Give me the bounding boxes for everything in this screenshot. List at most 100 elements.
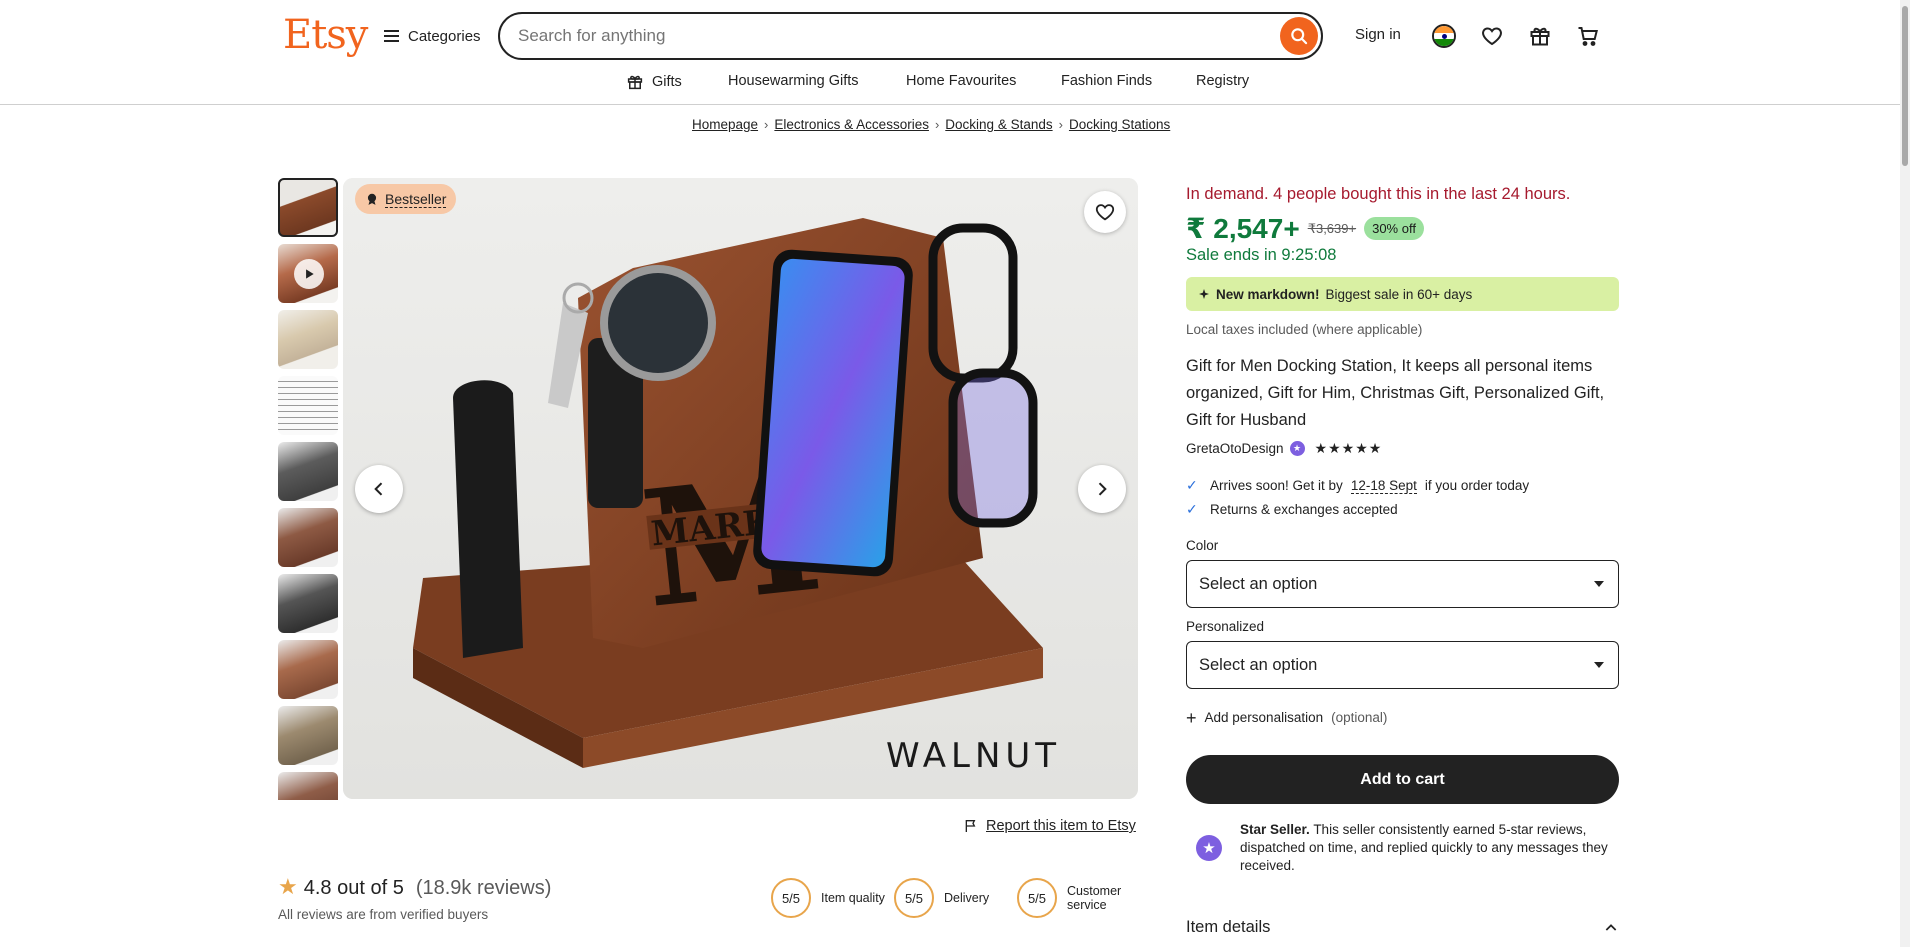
breadcrumb-docking-stations[interactable]: Docking Stations [1069,117,1170,132]
region-button[interactable] [1428,20,1460,52]
delivery-estimate: ✓ Arrives soon! Get it by 12-18 Sept if … [1186,477,1529,494]
score-label: Customer service [1067,884,1122,912]
thumbnail-5[interactable] [278,442,338,501]
heart-icon [1482,27,1502,46]
search-bar [498,12,1323,60]
breadcrumb-electronics[interactable]: Electronics & Accessories [774,117,929,132]
score-item-quality: 5/5 Item quality [771,878,891,918]
heart-icon [1095,204,1115,221]
star-seller-text: Star Seller. This seller consistently ea… [1240,821,1610,875]
optional-label: (optional) [1331,710,1388,725]
score-value: 5/5 [894,878,934,918]
image-caption: WALNUT [886,736,1062,776]
previous-image-button[interactable] [355,465,403,513]
breadcrumb-docking-stands[interactable]: Docking & Stands [945,117,1052,132]
discount-badge: 30% off [1364,217,1424,240]
markdown-title: New markdown! [1216,286,1320,302]
nav-home-favourites[interactable]: Home Favourites [906,73,1016,89]
review-count[interactable]: (18.9k reviews) [416,877,552,900]
report-item-link[interactable]: Report this item to Etsy [963,818,1136,834]
add-personalisation-button[interactable]: + Add personalisation (optional) [1186,707,1388,728]
arrives-date[interactable]: 12-18 Sept [1350,478,1417,494]
item-details-toggle[interactable]: Item details [1186,918,1619,937]
product-image[interactable]: M MARK Bestseller WALNUT [343,178,1138,799]
thumbnail-6[interactable] [278,508,338,567]
personalized-select[interactable]: Select an option [1186,641,1619,689]
star-seller-badge-icon: ★ [1196,835,1222,861]
plus-icon: + [1186,707,1197,728]
scrollbar-thumb[interactable] [1902,6,1908,166]
star-seller-icon: ★ [1289,441,1305,456]
thumbnail-1[interactable] [278,178,338,237]
thumbnail-8[interactable] [278,640,338,699]
nav-gifts[interactable]: Gifts [626,73,682,91]
chevron-up-icon [1605,923,1617,931]
bestseller-label: Bestseller [385,190,447,208]
gift-icon [627,75,643,90]
chevron-right-icon [1098,482,1107,496]
breadcrumb: Homepage › Electronics & Accessories › D… [692,117,1170,132]
chevron-right-icon: › [1058,117,1063,132]
seller-stars[interactable]: ★★★★★ [1315,440,1383,457]
etsy-logo[interactable]: Etsy [283,12,368,58]
returns-note: ✓ Returns & exchanges accepted [1186,501,1398,518]
seller-name[interactable]: GretaOtoDesign [1186,441,1284,456]
score-delivery: 5/5 Delivery [894,878,1014,918]
menu-icon [384,30,399,42]
star-icon: ★ [278,874,298,899]
original-price: ₹3,639+ [1307,220,1357,236]
thumbnail-video[interactable] [278,244,338,303]
sign-in-button[interactable]: Sign in [1355,26,1401,43]
add-to-cart-button[interactable]: Add to cart [1186,755,1619,804]
thumbnail-4[interactable] [278,376,338,435]
sale-countdown: Sale ends in 9:25:08 [1186,246,1337,264]
breadcrumb-homepage[interactable]: Homepage [692,117,758,132]
markdown-text: Biggest sale in 60+ days [1325,286,1473,302]
thumbnail-7[interactable] [278,574,338,633]
category-nav: Gifts Housewarming Gifts Home Favourites… [0,70,1900,94]
add-personalisation-label: Add personalisation [1204,710,1324,725]
score-value: 5/5 [771,878,811,918]
page-scrollbar[interactable] [1900,0,1910,947]
search-input[interactable] [500,26,1280,46]
nav-fashion-finds[interactable]: Fashion Finds [1061,73,1152,89]
caret-down-icon [1594,581,1604,587]
thumbnail-9[interactable] [278,706,338,765]
bestseller-badge[interactable]: Bestseller [355,184,457,214]
tax-note: Local taxes included (where applicable) [1186,322,1423,337]
favorites-button[interactable] [1476,20,1508,52]
play-icon [294,259,324,289]
returns-label: Returns & exchanges accepted [1210,502,1398,517]
favorite-button[interactable] [1084,191,1126,233]
site-header: Etsy Categories Sign in Gifts Housewarmi… [0,0,1900,105]
product-title: Gift for Men Docking Station, It keeps a… [1186,357,1605,429]
caret-down-icon [1594,662,1604,668]
thumbnail-3[interactable] [278,310,338,369]
color-select[interactable]: Select an option [1186,560,1619,608]
report-item-label: Report this item to Etsy [986,818,1136,834]
nav-registry[interactable]: Registry [1196,73,1249,89]
categories-button[interactable]: Categories [384,22,481,50]
rating-value: 4.8 out of 5 [303,877,404,899]
personalized-select-value: Select an option [1199,655,1318,674]
demand-notice: In demand. 4 people bought this in the l… [1186,185,1571,203]
sale-price: ₹ 2,547+ [1186,213,1300,244]
verified-note: All reviews are from verified buyers [278,907,489,922]
star-seller-title: Star Seller. [1240,822,1310,837]
cart-icon [1578,27,1598,46]
chevron-right-icon: › [934,117,940,132]
cart-button[interactable] [1572,20,1604,52]
color-label: Color [1186,538,1219,553]
thumbnail-list [278,178,338,800]
sparkle-icon [1199,289,1209,299]
color-select-value: Select an option [1199,574,1318,593]
thumbnail-10[interactable] [278,772,338,800]
flag-outline-icon [965,820,976,832]
search-button[interactable] [1280,17,1318,55]
categories-label: Categories [408,27,481,45]
next-image-button[interactable] [1078,465,1126,513]
gifts-button[interactable] [1524,20,1556,52]
arrives-prefix: Arrives soon! Get it by [1210,478,1343,493]
price-row: ₹ 2,547+ ₹3,639+ 30% off [1186,212,1424,245]
nav-housewarming-gifts[interactable]: Housewarming Gifts [728,73,859,89]
